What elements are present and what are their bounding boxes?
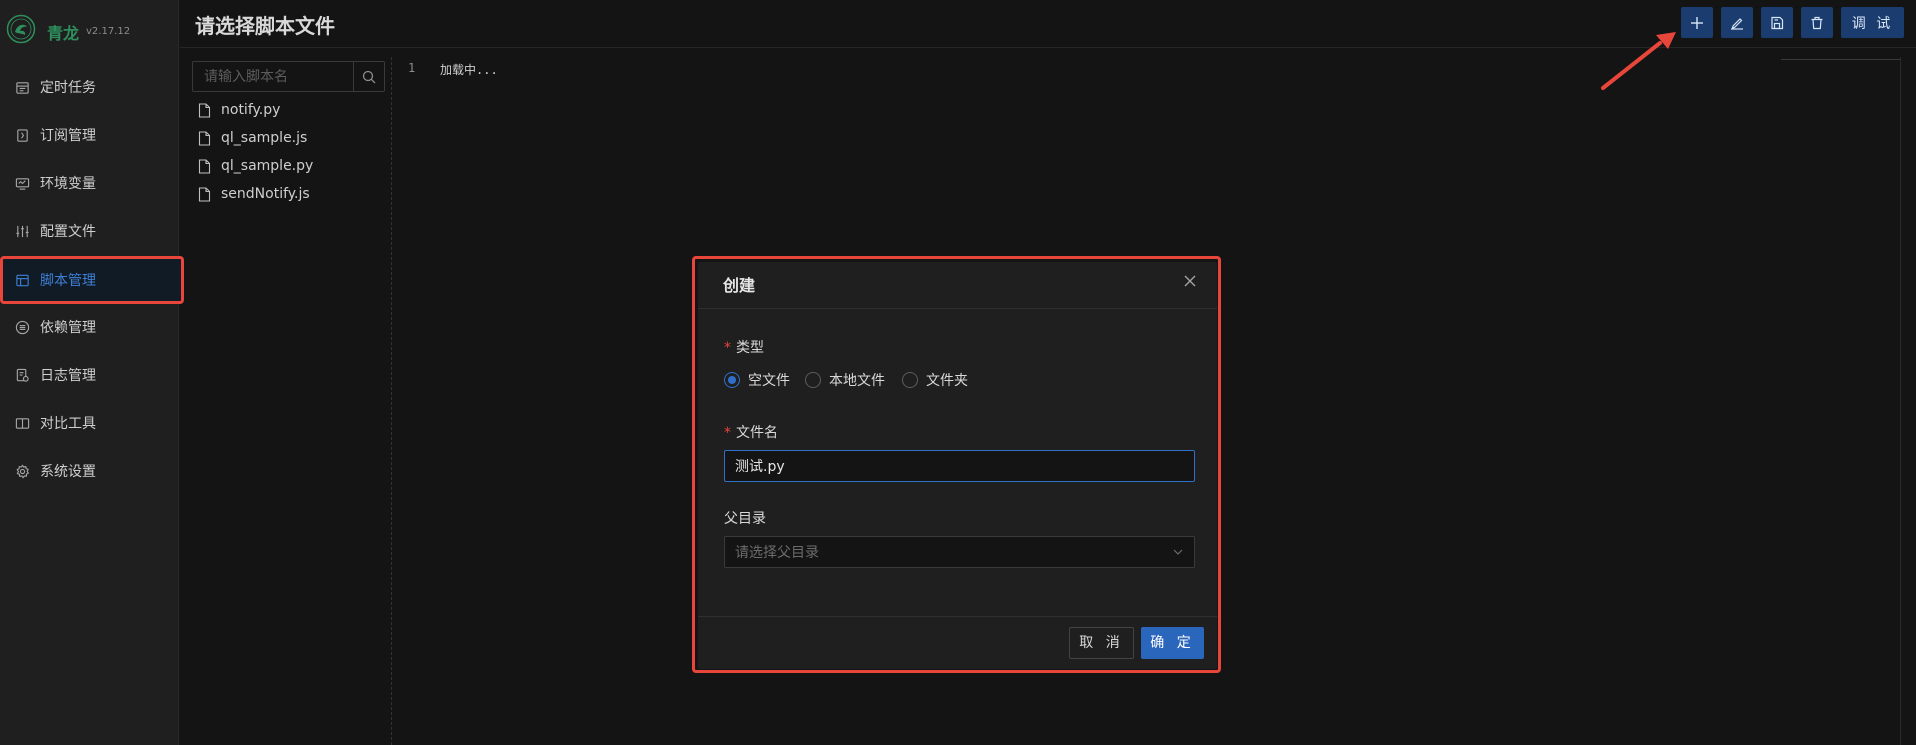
script-search-input[interactable] (193, 62, 353, 91)
page-title: 请选择脚本文件 (195, 14, 335, 38)
file-item[interactable]: ql_sample.js (198, 127, 307, 149)
search-icon (362, 70, 376, 83)
sidebar-item-label: 订阅管理 (40, 128, 96, 144)
modal-footer-divider (698, 616, 1217, 617)
sidebar: 青龙 v2.17.12 定时任务 订阅管理 环境变量 配置文件 脚本管理 依赖管… (0, 0, 184, 745)
sidebar-item-label: 配置文件 (40, 224, 96, 240)
file-item[interactable]: ql_sample.py (198, 155, 313, 177)
radio-dot (902, 372, 918, 388)
script-search (192, 61, 385, 92)
file-icon (198, 102, 211, 118)
delete-button[interactable] (1801, 7, 1833, 38)
radio-label: 空文件 (748, 373, 790, 389)
cancel-button[interactable]: 取 消 (1069, 627, 1134, 659)
create-button[interactable] (1681, 7, 1713, 38)
radio-label: 文件夹 (926, 373, 968, 389)
radio-dot (805, 372, 821, 388)
modal-header-divider (698, 308, 1217, 309)
plus-icon (1691, 16, 1703, 29)
list-circle-icon (15, 320, 30, 334)
file-icon (198, 158, 211, 174)
file-icon (198, 186, 211, 202)
sidebar-item-dependencies[interactable]: 依赖管理 (0, 307, 180, 347)
minimap (1781, 59, 1901, 60)
radio-empty-file[interactable]: 空文件 (724, 370, 790, 390)
debug-button[interactable]: 调 试 (1841, 7, 1904, 38)
sidebar-item-env[interactable]: 环境变量 (0, 163, 180, 203)
file-name: sendNotify.js (221, 186, 310, 202)
radio-local-file[interactable]: 本地文件 (805, 370, 885, 390)
close-icon[interactable] (1183, 274, 1197, 288)
file-item[interactable]: sendNotify.js (198, 183, 310, 205)
delete-icon (1811, 16, 1823, 29)
sidebar-item-label: 依赖管理 (40, 320, 96, 336)
edit-icon (1731, 17, 1743, 30)
sidebar-item-label: 环境变量 (40, 176, 96, 192)
app-name: 青龙 (47, 24, 80, 43)
filename-input[interactable] (724, 450, 1195, 482)
annotation-arrow (1601, 32, 1676, 90)
sidebar-item-scripts[interactable]: 脚本管理 (0, 256, 184, 304)
sidebar-item-label: 日志管理 (40, 368, 96, 384)
sidebar-item-config[interactable]: 配置文件 (0, 211, 180, 251)
sidebar-item-cron[interactable]: 定时任务 (0, 67, 180, 107)
confirm-button[interactable]: 确 定 (1141, 627, 1204, 659)
sidebar-item-label: 对比工具 (40, 416, 96, 432)
file-item[interactable]: notify.py (198, 99, 280, 121)
log-icon (16, 368, 29, 382)
search-button[interactable] (353, 62, 384, 91)
modal-title: 创建 (723, 276, 756, 295)
line-number: 1 (408, 61, 416, 75)
save-button[interactable] (1761, 7, 1793, 38)
monitor-icon (15, 177, 30, 190)
sidebar-item-label: 系统设置 (40, 464, 96, 480)
filename-label: * 文件名 (724, 425, 778, 441)
file-name: notify.py (221, 102, 281, 118)
sidebar-item-settings[interactable]: 系统设置 (0, 451, 180, 491)
file-icon (198, 130, 211, 146)
create-modal: 创建 *类型 空文件 本地文件 文件夹 *文件名 父目录 请选择父目录 取 消 … (698, 262, 1217, 669)
required-mark: * (724, 340, 731, 356)
radio-dot (724, 372, 740, 388)
calendar-icon (16, 81, 29, 94)
required-mark: * (724, 425, 731, 441)
gear-icon (16, 463, 30, 478)
rename-button[interactable] (1721, 7, 1753, 38)
subscription-icon (17, 128, 28, 142)
type-label: * 类型 (724, 340, 764, 356)
tree-divider[interactable] (391, 57, 392, 745)
parent-dir-label: 父目录 (724, 511, 766, 527)
save-icon (1771, 16, 1784, 29)
parent-dir-select[interactable]: 请选择父目录 (724, 536, 1195, 568)
app-version: v2.17.12 (86, 26, 131, 37)
sidebar-item-label: 定时任务 (40, 80, 96, 96)
chevron-down-icon (1173, 549, 1183, 555)
layout-icon (16, 274, 29, 286)
editor-scrollbar[interactable] (1900, 57, 1901, 745)
editor-content[interactable]: 加载中... (440, 61, 498, 78)
sidebar-item-diff[interactable]: 对比工具 (0, 403, 180, 443)
sidebar-item-label: 脚本管理 (40, 273, 96, 289)
parent-dir-placeholder: 请选择父目录 (735, 545, 819, 561)
sidebar-item-subscription[interactable]: 订阅管理 (0, 115, 180, 155)
sidebar-item-logs[interactable]: 日志管理 (0, 355, 180, 395)
radio-folder[interactable]: 文件夹 (902, 370, 968, 390)
file-name: ql_sample.js (221, 130, 308, 146)
qinglong-logo (6, 14, 36, 44)
radio-label: 本地文件 (829, 373, 885, 389)
file-name: ql_sample.py (221, 158, 314, 174)
compare-icon (15, 417, 30, 429)
sliders-icon (16, 225, 29, 237)
